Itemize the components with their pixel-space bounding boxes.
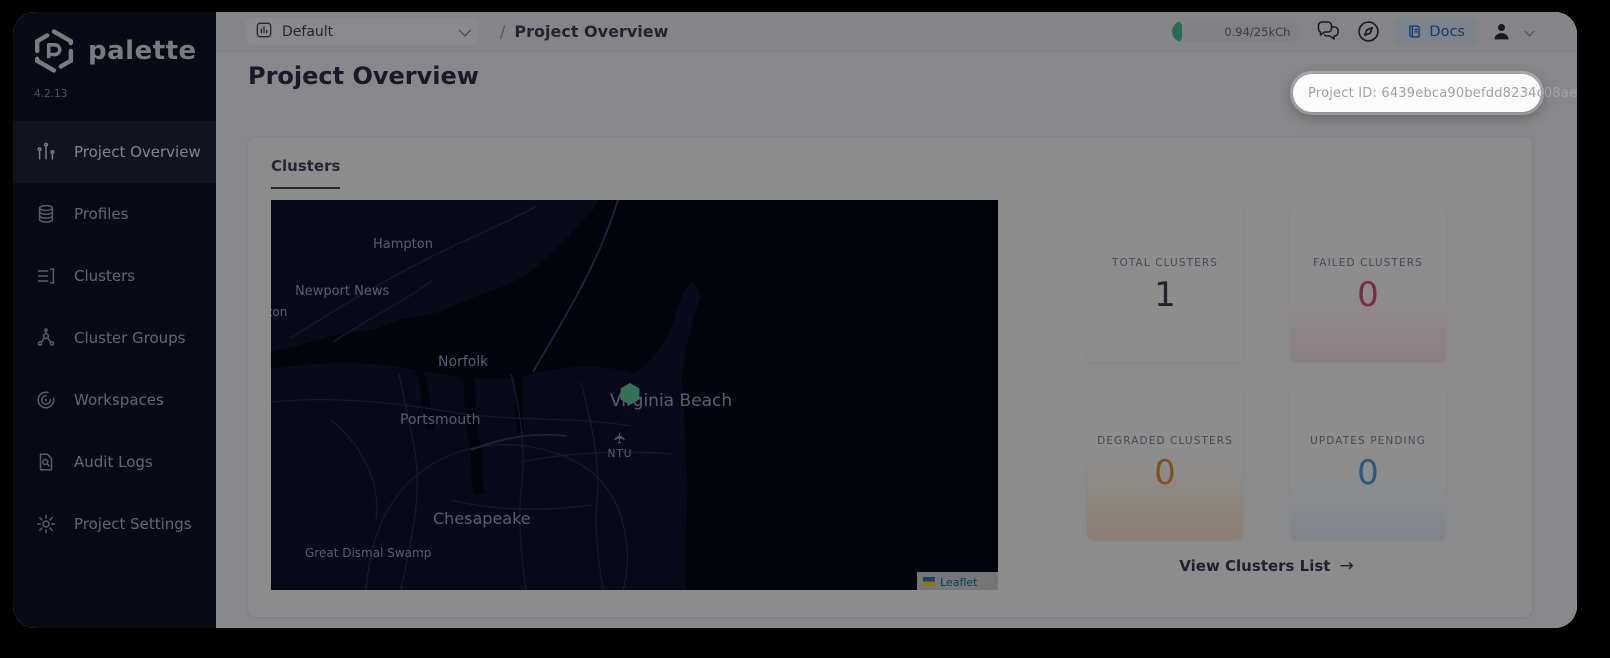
palette-logo[interactable]: palette — [13, 12, 216, 74]
sidebar-item-clusters[interactable]: Clusters — [13, 245, 216, 307]
nodes-icon — [35, 327, 57, 349]
list-icon — [35, 265, 57, 287]
airplane-icon: ✈ — [611, 432, 629, 445]
map-label: Chesapeake — [433, 509, 531, 528]
docs-label: Docs — [1429, 23, 1465, 40]
project-id-tooltip: Project ID: 6439ebca90befdd8234c08ae — [1293, 74, 1577, 112]
chevron-down-icon[interactable] — [1524, 26, 1535, 37]
map-label: NTU — [608, 448, 633, 460]
mini-chart-icon — [256, 22, 272, 42]
breadcrumb-separator: / — [500, 22, 506, 41]
rings-icon — [35, 389, 57, 411]
map-label: Great Dismal Swamp — [305, 546, 431, 560]
map-label: Portsmouth — [400, 412, 481, 428]
sidebar-item-workspaces[interactable]: Workspaces — [13, 369, 216, 431]
map-label: llton — [271, 305, 287, 319]
chevron-down-icon — [458, 23, 472, 37]
cluster-stats: TOTAL CLUSTERS 1 FAILED CLUSTERS 0 DEGRA… — [1087, 207, 1446, 540]
clusters-card: Clusters Hampton Newport News on Norfolk… — [248, 137, 1532, 617]
usage-text: 0.94/25kCh — [1224, 24, 1291, 39]
ukraine-flag-icon — [923, 577, 935, 582]
topbar-actions: 0.94/25kCh Docs — [1172, 18, 1535, 45]
palette-logo-icon — [34, 28, 74, 74]
project-scope-selector[interactable]: Default — [246, 18, 478, 45]
map-label: Hampton — [373, 237, 433, 252]
stat-degraded-clusters: DEGRADED CLUSTERS 0 — [1087, 385, 1243, 540]
arrow-right-icon: → — [1339, 555, 1354, 576]
tab-clusters[interactable]: Clusters — [271, 157, 341, 189]
stat-total-clusters: TOTAL CLUSTERS 1 — [1087, 207, 1243, 362]
stat-updates-pending: UPDATES PENDING 0 — [1290, 385, 1446, 540]
layers-icon — [35, 203, 57, 225]
sidebar-item-project-settings[interactable]: Project Settings — [13, 493, 216, 555]
attribution-label: Leaflet — [940, 576, 978, 589]
usage-meter[interactable]: 0.94/25kCh — [1172, 21, 1301, 42]
map-label: Norfolk — [438, 354, 489, 370]
docs-button[interactable]: Docs — [1395, 18, 1477, 45]
main-content: Project Overview Clusters Hampton Newpor… — [216, 52, 1577, 628]
sidebar-item-cluster-groups[interactable]: Cluster Groups — [13, 307, 216, 369]
version-label: 4.2.13 — [34, 88, 68, 100]
help-compass-icon[interactable] — [1357, 20, 1380, 43]
sidebar-item-project-overview[interactable]: Project Overview — [13, 121, 216, 183]
sidebar: palette 4.2.13 Project Overview Profiles… — [13, 12, 216, 628]
leaflet-attribution[interactable]: Leaflet — [917, 572, 998, 590]
chat-icon[interactable] — [1315, 20, 1342, 43]
sidebar-nav: Project Overview Profiles Clusters Clust… — [13, 121, 216, 555]
stat-failed-clusters: FAILED CLUSTERS 0 — [1290, 207, 1446, 362]
gear-icon — [35, 513, 57, 535]
doc-search-icon — [35, 451, 57, 473]
usage-progress — [1172, 21, 1183, 42]
app-name: palette — [88, 36, 197, 66]
user-icon[interactable] — [1492, 22, 1511, 41]
view-clusters-list-link[interactable]: View Clusters List → — [1087, 557, 1446, 575]
project-id-text: Project ID: 6439ebca90befdd8234c08ae — [1308, 85, 1577, 101]
sidebar-item-audit-logs[interactable]: Audit Logs — [13, 431, 216, 493]
sidebar-item-profiles[interactable]: Profiles — [13, 183, 216, 245]
breadcrumb: / Project Overview — [500, 22, 668, 41]
app-window: palette 4.2.13 Project Overview Profiles… — [13, 12, 1577, 628]
breadcrumb-current: Project Overview — [514, 22, 669, 41]
clusters-map[interactable]: Hampton Newport News llton Norfolk Virgi… — [271, 200, 998, 590]
book-icon — [1409, 25, 1421, 38]
selector-value: Default — [282, 23, 334, 40]
map-label: Newport News — [295, 284, 389, 299]
bar-chart-icon — [35, 141, 57, 163]
topbar: Default / Project Overview 0.94/25kCh Do… — [216, 12, 1577, 52]
